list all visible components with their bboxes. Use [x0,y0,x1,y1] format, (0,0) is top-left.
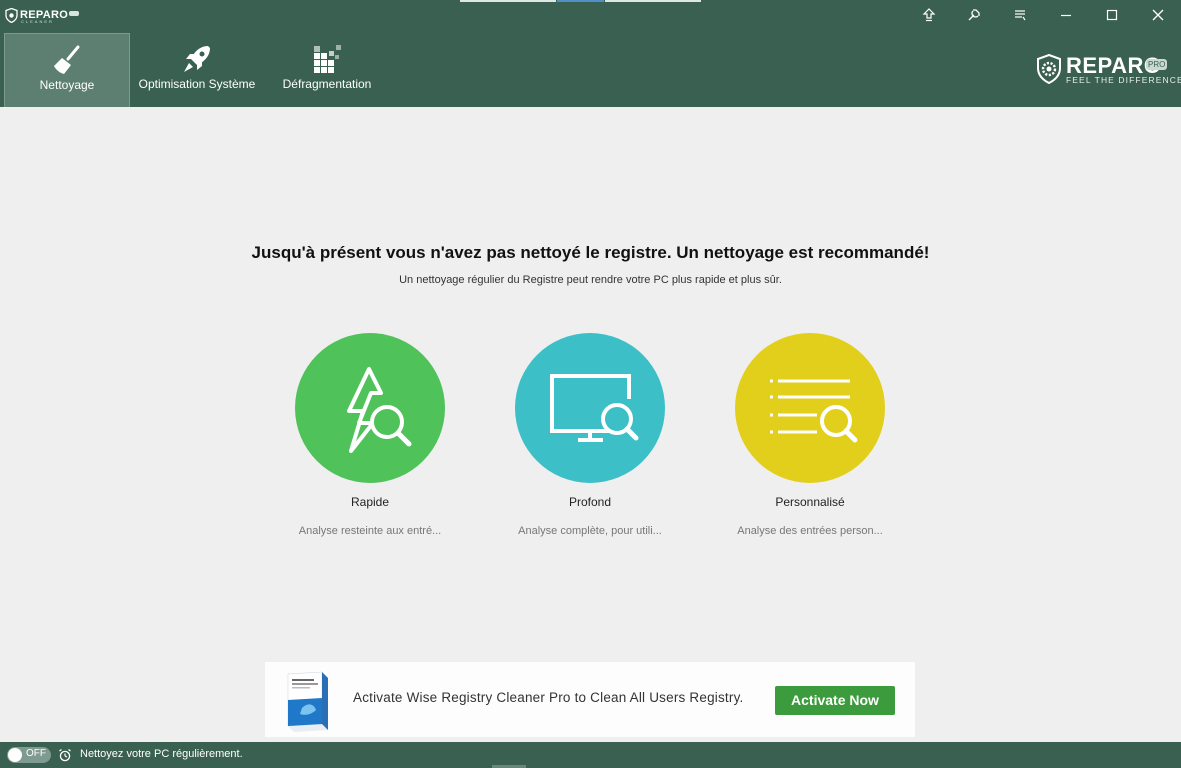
banner-text: Activate Wise Registry Cleaner Pro to Cl… [353,690,744,705]
broom-icon [54,45,80,74]
upgrade-banner: Activate Wise Registry Cleaner Pro to Cl… [265,662,915,737]
scan-personnalise[interactable]: Personnalisé Analyse des entrées person.… [710,333,910,553]
app-logo-badge [69,10,80,16]
mode-description: Analyse complète, pour utili... [518,525,662,537]
page-title: Jusqu'à présent vous n'avez pas nettoyé … [251,243,930,262]
title-accent [605,0,701,2]
tab-nettoyage[interactable]: Nettoyage [4,33,130,107]
toggle-knob [8,748,22,762]
maximize-icon[interactable] [1100,4,1124,26]
menu-icon[interactable] [1008,4,1032,26]
shield-gear-icon [1037,54,1061,84]
mode-name: Profond [568,495,612,509]
scan-profond[interactable]: Profond Analyse complète, pour utili... [490,333,690,553]
app-logo: REPARO CLEANER [5,6,80,24]
mode-name: Rapide [350,495,390,509]
status-text: Nettoyez votre PC régulièrement. [80,748,243,760]
upgrade-icon[interactable] [917,4,941,26]
product-box-image [287,671,328,732]
blocks-icon [314,45,341,73]
rocket-icon [184,46,210,72]
mode-description: Analyse resteinte aux entré... [298,525,442,537]
close-icon[interactable] [1146,4,1170,26]
app-logo-sub: CLEANER [21,19,54,24]
toggle-label: OFF [26,748,46,759]
scan-rapide[interactable]: Rapide Analyse resteinte aux entré... [270,333,470,553]
status-bar: OFF Nettoyez votre PC régulièrement. [0,742,1181,768]
title-accent [460,0,556,2]
schedule-toggle[interactable]: OFF [7,747,51,763]
tab-defragmentation[interactable]: Défragmentation [264,33,390,107]
tab-label: Défragmentation [282,77,372,91]
monitor-search-icon[interactable] [515,333,665,483]
alarm-clock-icon [59,748,71,762]
title-accent [557,0,604,2]
shield-logo-icon [5,7,18,23]
lightning-search-icon[interactable] [295,333,445,483]
tools-icon[interactable] [962,4,986,26]
brand-tagline: FEEL THE DIFFERENCE [1066,75,1181,85]
list-search-icon[interactable] [735,333,885,483]
header: REPARO CLEANER Nettoyage Optimisation Sy… [0,0,1181,107]
brand-logo: REPARO PRO FEEL THE DIFFERENCE [1036,54,1181,86]
brand-badge: PRO [1146,59,1168,70]
activate-now-button[interactable]: Activate Now [775,686,895,715]
tab-label: Nettoyage [39,78,95,92]
tab-optimisation[interactable]: Optimisation Système [134,33,260,107]
tab-label: Optimisation Système [138,77,256,91]
minimize-icon[interactable] [1054,4,1078,26]
page-subtitle: Un nettoyage régulier du Registre peut r… [399,274,782,286]
mode-description: Analyse des entrées person... [737,525,883,537]
mode-name: Personnalisé [775,495,845,509]
